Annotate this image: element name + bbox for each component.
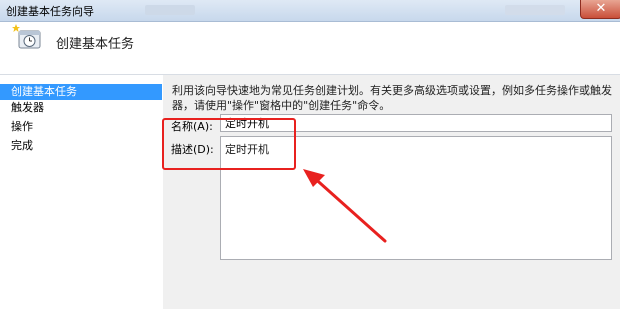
page-title: 创建基本任务 bbox=[56, 37, 135, 52]
wizard-description: 利用该向导快速地为常见任务创建计划。有关更多高级选项或设置，例如多任务操作或触发… bbox=[172, 84, 612, 112]
sidebar-item-create-basic-task[interactable]: 创建基本任务 bbox=[0, 84, 162, 100]
title-bar-blur bbox=[505, 5, 565, 15]
annotation-arrow bbox=[303, 169, 387, 243]
sidebar-item-finish[interactable]: 完成 bbox=[0, 138, 162, 154]
sidebar-item-action[interactable]: 操作 bbox=[0, 119, 162, 135]
task-scheduler-wizard-icon bbox=[12, 24, 41, 49]
title-bar-blur bbox=[145, 5, 195, 15]
annotation-highlight-box bbox=[162, 118, 296, 170]
window-title: 创建基本任务向导 bbox=[6, 5, 94, 18]
sidebar-item-trigger[interactable]: 触发器 bbox=[0, 100, 162, 116]
close-button[interactable]: ✕ bbox=[580, 0, 620, 19]
title-bar: 创建基本任务向导 ✕ bbox=[0, 0, 620, 22]
